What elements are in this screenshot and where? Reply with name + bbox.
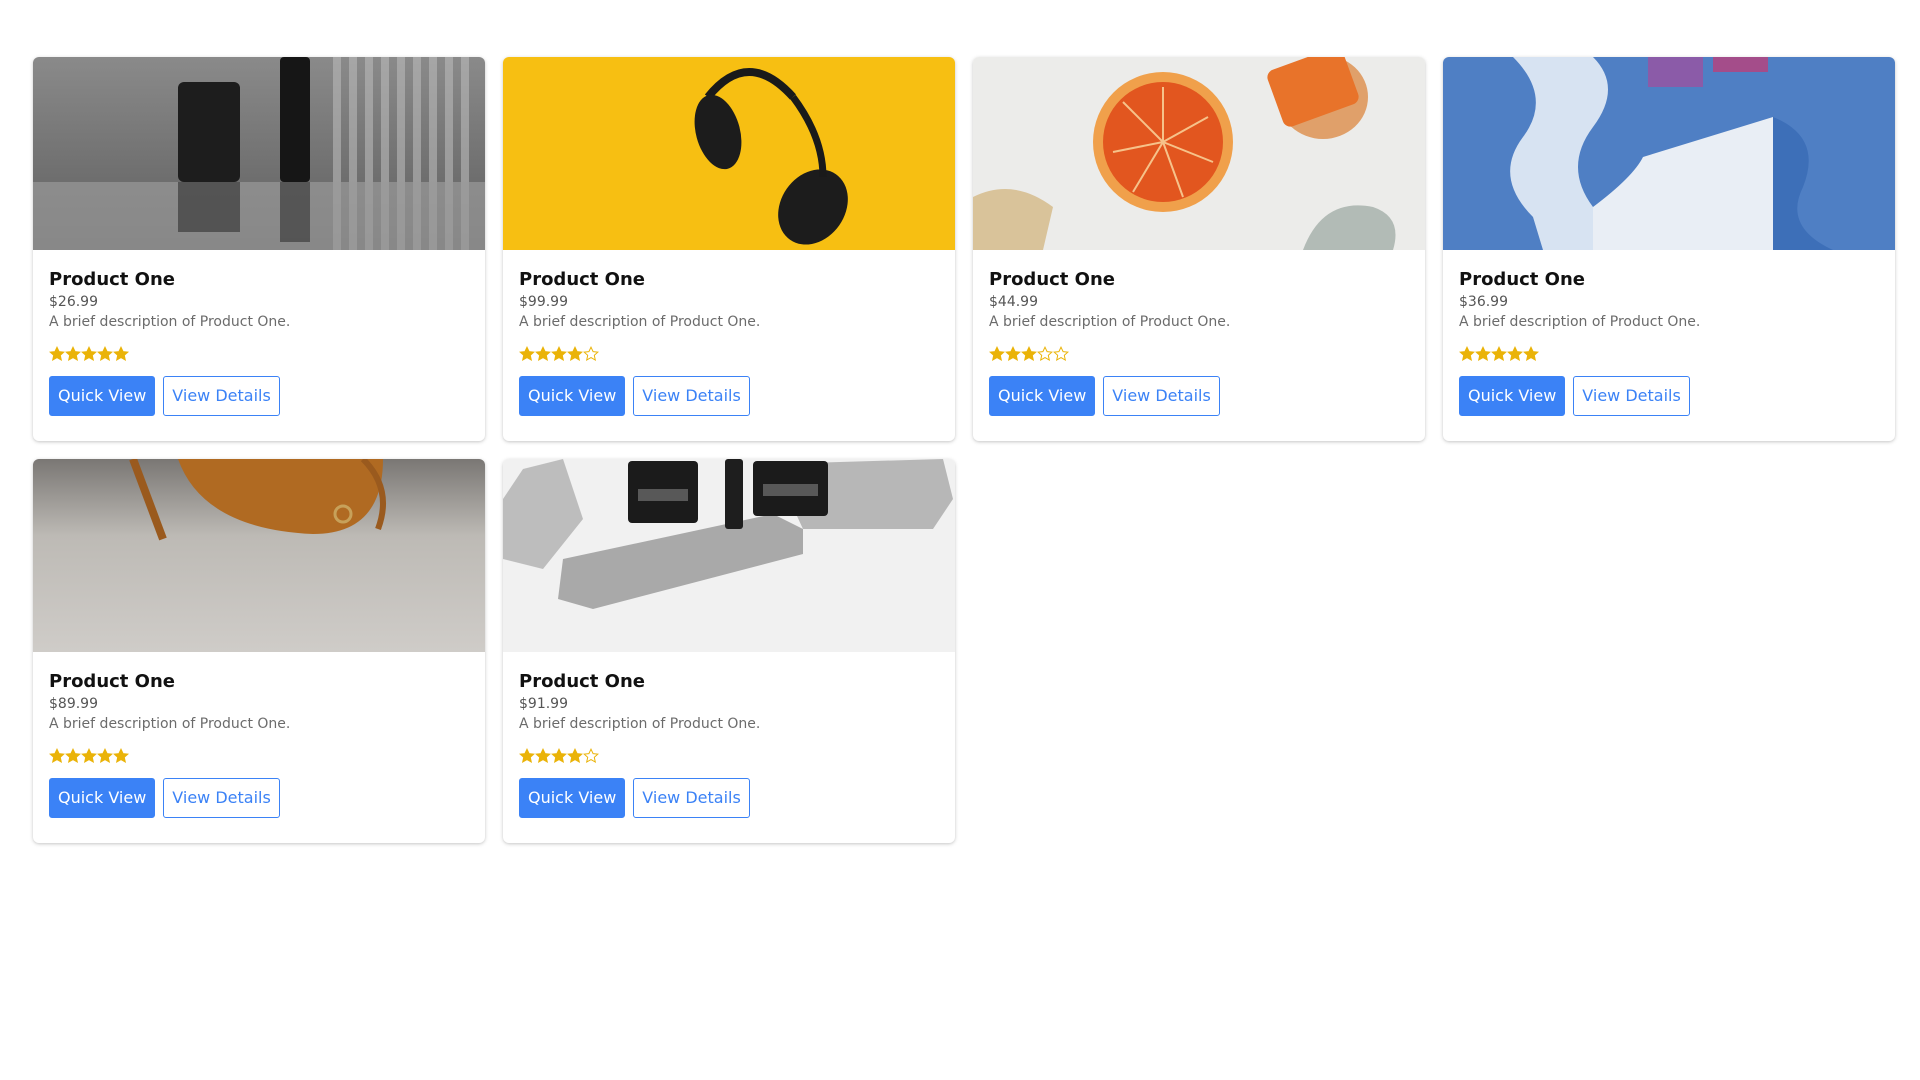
star-filled-icon [113,748,129,763]
product-card: Product One $26.99 A brief description o… [33,57,485,441]
product-image[interactable] [1443,57,1895,250]
star-filled-icon [567,748,583,763]
rating-stars [989,346,1409,366]
view-details-button[interactable]: View Details [1573,376,1690,416]
product-price: $36.99 [1459,294,1508,310]
product-title: Product One [989,269,1115,290]
product-description: A brief description of Product One. [49,314,291,330]
star-filled-icon [989,346,1005,361]
product-image[interactable] [503,57,955,250]
product-image[interactable] [33,57,485,250]
star-filled-icon [519,346,535,361]
rating-stars [49,346,469,366]
star-filled-icon [49,346,65,361]
star-filled-icon [567,346,583,361]
star-filled-icon [49,748,65,763]
product-price: $44.99 [989,294,1038,310]
quick-view-button[interactable]: Quick View [989,376,1096,416]
product-description: A brief description of Product One. [49,716,291,732]
rating-stars [519,346,939,366]
star-filled-icon [97,346,113,361]
star-filled-icon [535,346,551,361]
product-title: Product One [49,269,175,290]
product-description: A brief description of Product One. [519,314,761,330]
product-title: Product One [519,269,645,290]
product-card: Product One $44.99 A brief description o… [973,57,1425,441]
product-image[interactable] [503,459,955,652]
quick-view-button[interactable]: Quick View [519,376,626,416]
star-filled-icon [519,748,535,763]
view-details-button[interactable]: View Details [633,778,750,818]
star-filled-icon [1005,346,1021,361]
star-filled-icon [113,346,129,361]
star-empty-icon [1037,346,1053,361]
product-grid: Product One $26.99 A brief description o… [33,57,1895,843]
product-price: $91.99 [519,696,568,712]
view-details-button[interactable]: View Details [1103,376,1220,416]
view-details-button[interactable]: View Details [163,778,280,818]
star-filled-icon [1475,346,1491,361]
rating-stars [49,748,469,768]
star-filled-icon [551,748,567,763]
product-card: Product One $91.99 A brief description o… [503,459,955,843]
star-filled-icon [1507,346,1523,361]
product-image[interactable] [973,57,1425,250]
product-description: A brief description of Product One. [519,716,761,732]
product-image[interactable] [33,459,485,652]
star-empty-icon [583,346,599,361]
view-details-button[interactable]: View Details [163,376,280,416]
product-price: $26.99 [49,294,98,310]
star-empty-icon [1053,346,1069,361]
quick-view-button[interactable]: Quick View [1459,376,1566,416]
product-card: Product One $36.99 A brief description o… [1443,57,1895,441]
star-filled-icon [65,346,81,361]
quick-view-button[interactable]: Quick View [49,376,156,416]
star-filled-icon [551,346,567,361]
star-filled-icon [535,748,551,763]
star-empty-icon [583,748,599,763]
star-filled-icon [1523,346,1539,361]
star-filled-icon [81,346,97,361]
product-title: Product One [1459,269,1585,290]
rating-stars [1459,346,1879,366]
product-card: Product One $99.99 A brief description o… [503,57,955,441]
star-filled-icon [97,748,113,763]
star-filled-icon [65,748,81,763]
product-description: A brief description of Product One. [1459,314,1701,330]
star-filled-icon [1459,346,1475,361]
star-filled-icon [1491,346,1507,361]
star-filled-icon [81,748,97,763]
product-title: Product One [519,671,645,692]
product-description: A brief description of Product One. [989,314,1231,330]
product-price: $99.99 [519,294,568,310]
view-details-button[interactable]: View Details [633,376,750,416]
product-price: $89.99 [49,696,98,712]
quick-view-button[interactable]: Quick View [519,778,626,818]
star-filled-icon [1021,346,1037,361]
product-title: Product One [49,671,175,692]
product-card: Product One $89.99 A brief description o… [33,459,485,843]
quick-view-button[interactable]: Quick View [49,778,156,818]
rating-stars [519,748,939,768]
